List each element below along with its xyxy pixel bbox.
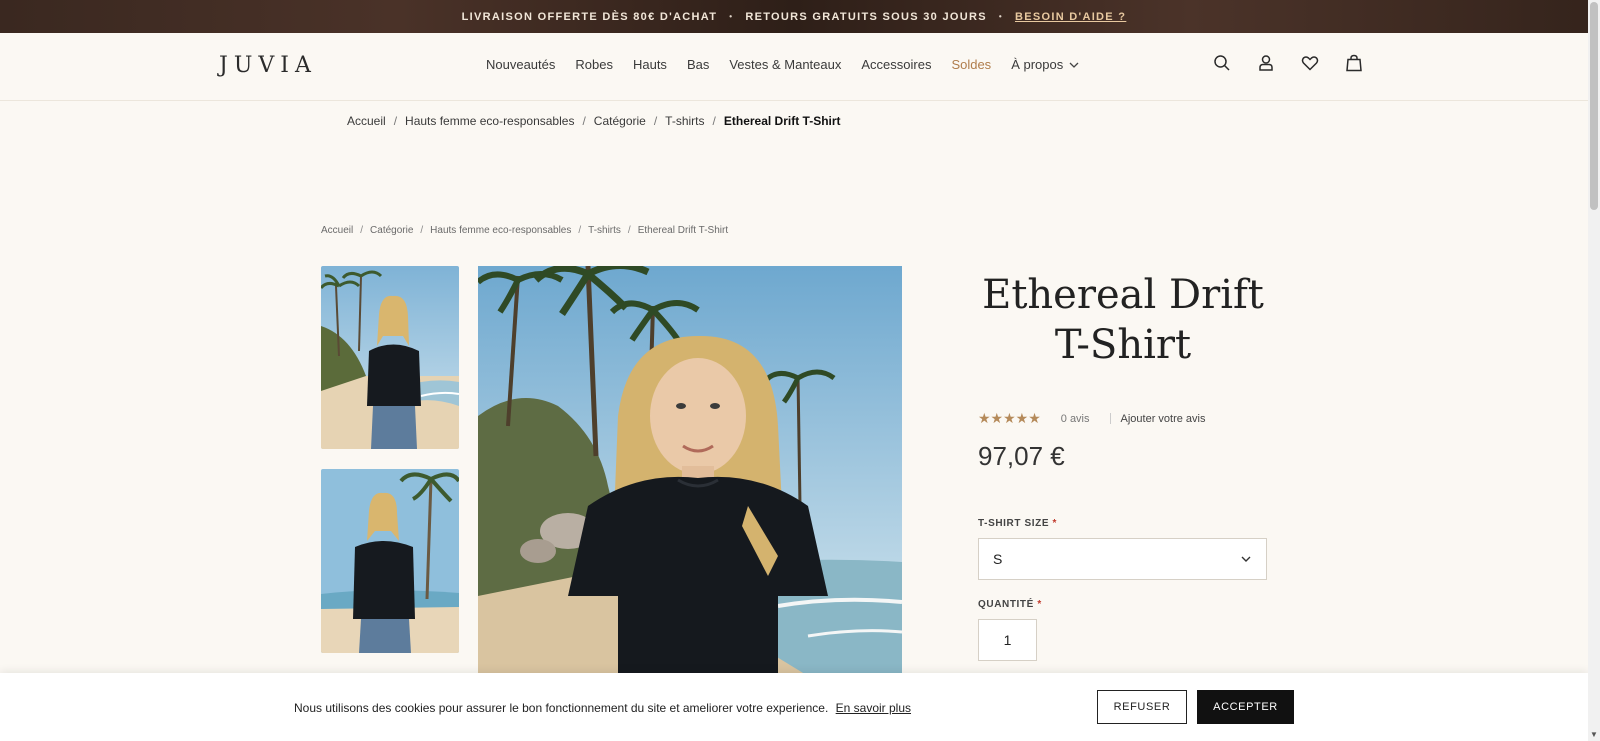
product-main-image[interactable] xyxy=(478,266,902,676)
review-count: 0 avis xyxy=(1060,412,1090,425)
required-mark: * xyxy=(1037,599,1042,610)
chevron-down-icon xyxy=(1241,556,1251,562)
free-returns-text: RETOURS GRATUITS SOUS 30 JOURS xyxy=(745,10,987,23)
cookie-text: Nous utilisons des cookies pour assurer … xyxy=(294,701,829,715)
separator-dot: • xyxy=(998,12,1003,21)
size-label-text: T-SHIRT SIZE xyxy=(978,518,1050,529)
nav-item-tops[interactable]: Hauts xyxy=(633,57,667,72)
breadcrumb-item-category[interactable]: Catégorie xyxy=(370,225,413,236)
breadcrumb-separator: / xyxy=(712,114,716,128)
nav-item-dresses[interactable]: Robes xyxy=(575,57,613,72)
account-icon[interactable] xyxy=(1256,53,1276,73)
breadcrumb-separator: / xyxy=(578,225,582,236)
cookie-message: Nous utilisons des cookies pour assurer … xyxy=(294,701,911,715)
breadcrumb-item-current: Ethereal Drift T-Shirt xyxy=(637,225,729,236)
nav-item-about-label: À propos xyxy=(1011,57,1064,72)
breadcrumb-separator: / xyxy=(627,225,631,236)
breadcrumb-separator: / xyxy=(582,114,586,128)
breadcrumb-separator: / xyxy=(393,114,398,128)
quantity-value: 1 xyxy=(1003,632,1012,648)
breadcrumb-item-tshirts[interactable]: T-shirts xyxy=(665,114,704,128)
chevron-down-icon xyxy=(1069,62,1079,68)
scrollbar-thumb[interactable] xyxy=(1590,2,1598,210)
product-thumbnail-1[interactable] xyxy=(321,266,459,449)
cookie-banner: Nous utilisons des cookies pour assurer … xyxy=(0,673,1588,741)
quantity-label-text: QUANTITÉ xyxy=(978,599,1034,610)
refuse-cookies-button[interactable]: REFUSER xyxy=(1097,690,1187,724)
nav-item-jackets[interactable]: Vestes & Manteaux xyxy=(729,57,841,72)
scrollbar[interactable]: ▼ xyxy=(1588,0,1600,741)
breadcrumb-item-tshirts[interactable]: T-shirts xyxy=(588,225,621,236)
breadcrumb-item-current: Ethereal Drift T-Shirt xyxy=(723,114,841,128)
search-icon[interactable] xyxy=(1212,53,1232,73)
nav-item-bottoms[interactable]: Bas xyxy=(687,57,709,72)
cookie-learn-more-link[interactable]: En savoir plus xyxy=(836,701,911,715)
accept-cookies-button[interactable]: ACCEPTER xyxy=(1197,690,1294,724)
breadcrumb-separator: / xyxy=(420,225,424,236)
breadcrumb-item-home[interactable]: Accueil xyxy=(321,225,353,236)
product-photo xyxy=(478,266,902,676)
quantity-label: QUANTITÉ * xyxy=(978,599,1042,610)
size-select-value: S xyxy=(993,551,1003,567)
product-price: 97,07 € xyxy=(978,441,1065,471)
breadcrumb-item-category[interactable]: Catégorie xyxy=(594,114,646,128)
breadcrumb-item-eco-tops[interactable]: Hauts femme eco-responsables xyxy=(405,114,574,128)
product-thumbnail-2[interactable] xyxy=(321,469,459,653)
product-photo-thumbnail xyxy=(321,266,459,449)
required-mark: * xyxy=(1052,518,1057,529)
breadcrumb-separator: / xyxy=(653,114,658,128)
breadcrumb-separator: / xyxy=(360,225,364,236)
add-review-link[interactable]: Ajouter votre avis xyxy=(1121,413,1206,425)
free-shipping-text: LIVRAISON OFFERTE DÈS 80€ D'ACHAT xyxy=(461,10,718,23)
divider xyxy=(1109,413,1111,424)
size-select[interactable]: S xyxy=(978,538,1267,580)
star-rating-icon: ★★★★★ xyxy=(978,410,1041,426)
breadcrumb: Accueil / Hauts femme eco-responsables /… xyxy=(347,114,841,128)
product-title: Ethereal Drift T-Shirt xyxy=(982,272,1264,368)
nav-item-accessories[interactable]: Accessoires xyxy=(861,57,931,72)
rating-row: ★★★★★ 0 avis Ajouter votre avis xyxy=(978,410,1206,427)
nav-item-sale[interactable]: Soldes xyxy=(951,57,991,72)
size-label: T-SHIRT SIZE * xyxy=(978,518,1057,529)
breadcrumb-item-home[interactable]: Accueil xyxy=(347,114,386,128)
product-photo-thumbnail xyxy=(321,469,459,653)
breadcrumb-secondary: Accueil / Catégorie / Hauts femme eco-re… xyxy=(321,225,728,236)
header-icons xyxy=(1212,53,1364,73)
scroll-down-arrow-icon[interactable]: ▼ xyxy=(1590,731,1598,739)
announcement-bar: LIVRAISON OFFERTE DÈS 80€ D'ACHAT • RETO… xyxy=(0,0,1588,33)
nav-item-about[interactable]: À propos xyxy=(1011,57,1079,72)
nav-item-new[interactable]: Nouveautés xyxy=(486,57,555,72)
main-nav: Nouveautés Robes Hauts Bas Vestes & Mant… xyxy=(486,57,1079,72)
help-link[interactable]: BESOIN D'AIDE ? xyxy=(1015,11,1126,23)
logo[interactable]: JUVIA xyxy=(219,53,317,78)
quantity-input[interactable]: 1 xyxy=(978,619,1037,661)
separator-dot: • xyxy=(729,12,734,21)
bag-icon[interactable] xyxy=(1344,53,1364,73)
breadcrumb-item-eco-tops[interactable]: Hauts femme eco-responsables xyxy=(430,225,571,236)
heart-icon[interactable] xyxy=(1300,53,1320,73)
site-header: JUVIA Nouveautés Robes Hauts Bas Vestes … xyxy=(0,33,1588,101)
